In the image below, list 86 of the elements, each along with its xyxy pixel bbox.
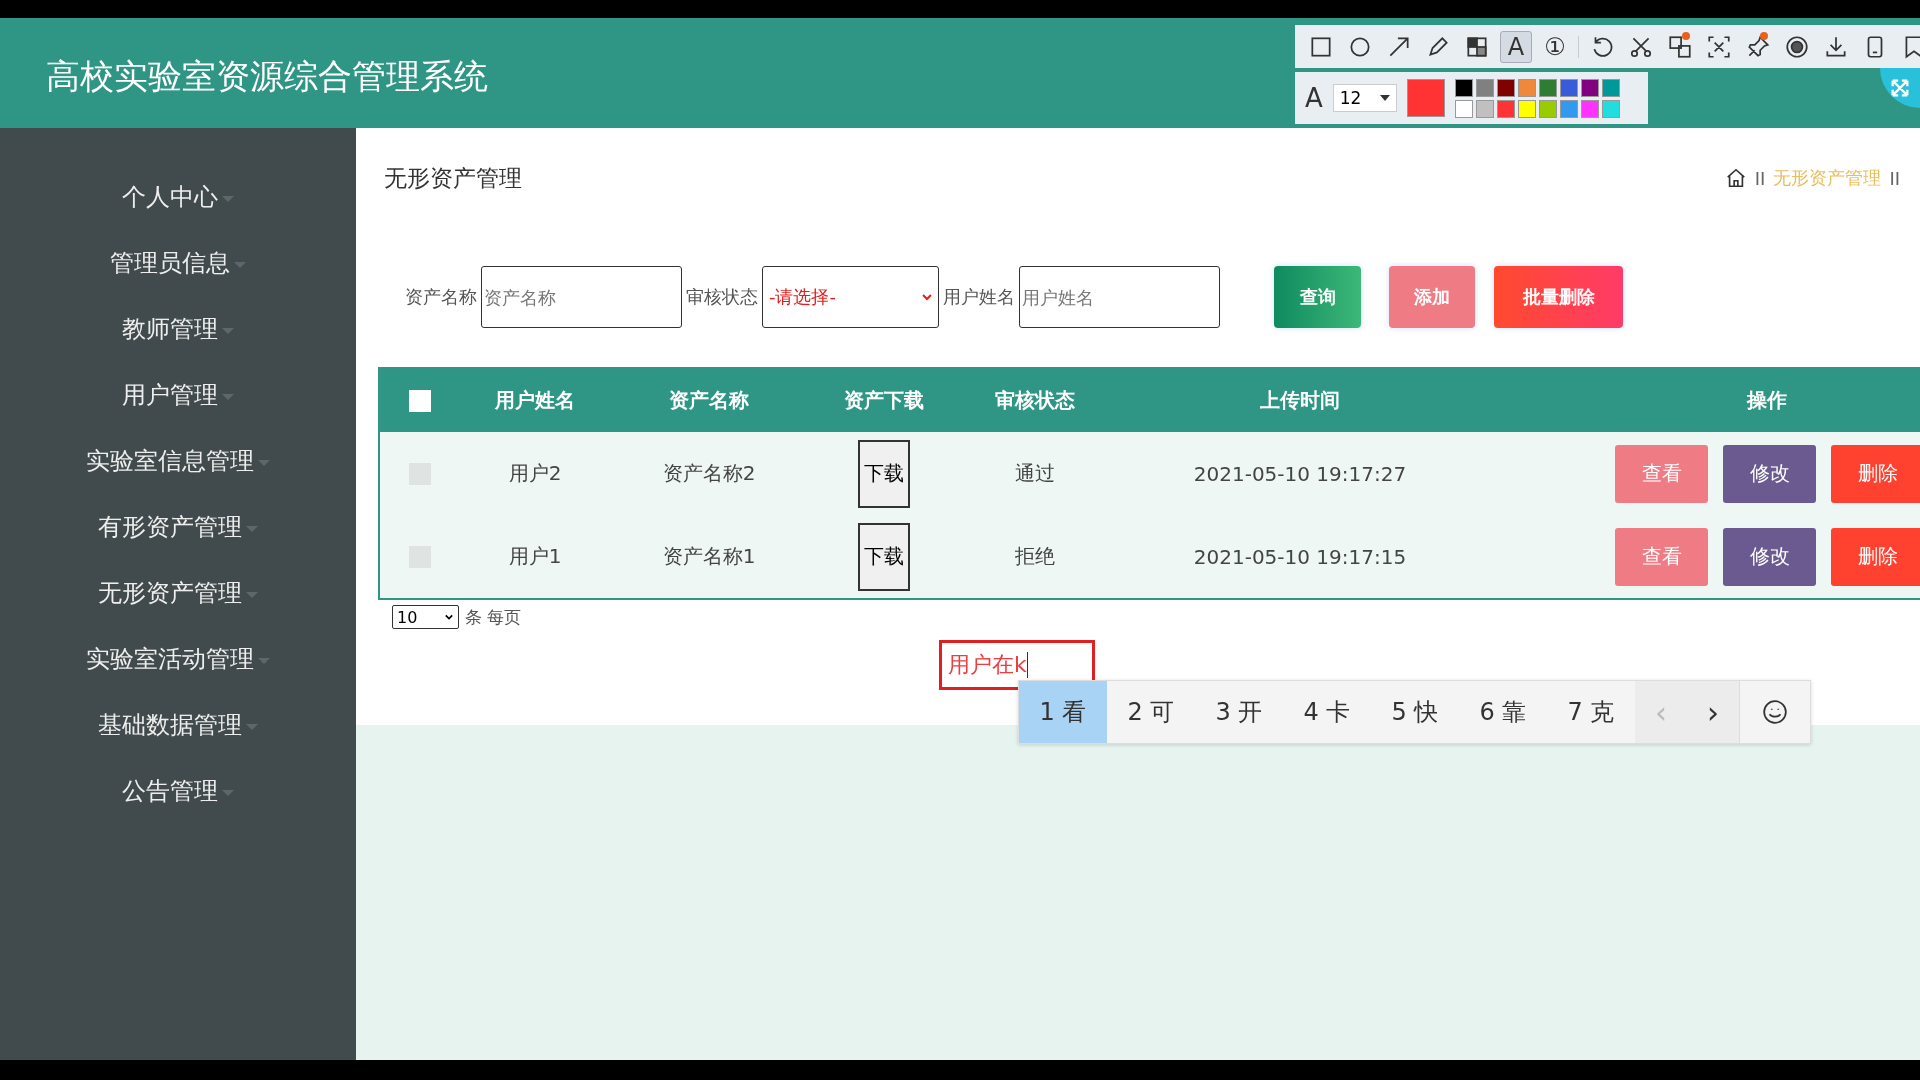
column-header: 资产名称 — [668, 387, 750, 414]
caret-icon — [258, 658, 270, 664]
field-label: 资产名称 — [405, 285, 477, 309]
table-cell-text: 2021-05-10 19:17:27 — [1192, 461, 1408, 486]
sidebar-item[interactable]: 管理员信息 — [110, 247, 230, 279]
sidebar-item[interactable]: 用户管理 — [122, 379, 218, 411]
edit-button[interactable]: 修改 — [1723, 444, 1816, 503]
caret-icon — [444, 613, 454, 621]
expand-icon — [1889, 77, 1911, 99]
download-button[interactable]: 下载 — [858, 522, 910, 591]
caret-icon — [246, 526, 258, 532]
sidebar-item[interactable]: 实验室活动管理 — [86, 643, 254, 675]
table-cell-text: 资产名称2 — [661, 460, 757, 487]
next-page-button[interactable]: › — [1687, 681, 1739, 743]
caret-icon — [1379, 95, 1390, 101]
sidebar-item[interactable]: 有形资产管理 — [98, 511, 242, 543]
sidebar-item[interactable]: 无形资产管理 — [98, 577, 242, 609]
color-swatch[interactable] — [1601, 78, 1620, 97]
breadcrumb-separator: II — [1889, 167, 1900, 189]
color-swatch[interactable] — [1496, 78, 1515, 97]
font-label: A — [1305, 83, 1323, 113]
color-swatch[interactable] — [1580, 99, 1599, 118]
ime-candidate[interactable]: 6 靠 — [1459, 681, 1547, 743]
caret-icon — [234, 262, 246, 268]
download-button[interactable]: 下载 — [858, 439, 910, 508]
status-select[interactable]: -请选择- — [762, 266, 939, 328]
caret-icon — [222, 196, 234, 202]
edit-button[interactable]: 修改 — [1723, 527, 1816, 586]
color-swatch[interactable] — [1538, 78, 1557, 97]
table-cell-text: 拒绝 — [1014, 543, 1056, 570]
caret-icon — [222, 394, 234, 400]
color-swatch[interactable] — [1517, 78, 1536, 97]
current-color-swatch[interactable] — [1406, 79, 1445, 117]
caret-icon — [246, 724, 258, 730]
color-swatch[interactable] — [1475, 99, 1494, 118]
color-swatch[interactable] — [1601, 99, 1620, 118]
table-cell-text: 通过 — [1014, 460, 1056, 487]
ime-candidate[interactable]: 4 卡 — [1283, 681, 1371, 743]
table-cell-text: 用户1 — [507, 543, 563, 570]
page-size-label: 条 每页 — [465, 605, 522, 629]
number-tool-icon[interactable]: ① — [1539, 30, 1571, 63]
ime-candidate[interactable]: 5 快 — [1371, 681, 1459, 743]
app-title: 高校实验室资源综合管理系统 — [46, 55, 488, 98]
sidebar-item[interactable]: 公告管理 — [122, 775, 218, 807]
color-swatch[interactable] — [1475, 78, 1494, 97]
caret-icon — [246, 592, 258, 598]
ime-candidate[interactable]: 2 可 — [1107, 681, 1195, 743]
caret-icon — [222, 328, 234, 334]
page-title: 无形资产管理 — [384, 163, 522, 193]
color-swatch[interactable] — [1580, 78, 1599, 97]
field-label: 审核状态 — [686, 285, 758, 309]
sidebar-item[interactable]: 实验室信息管理 — [86, 445, 254, 477]
text-tool-icon[interactable]: A — [1500, 30, 1532, 63]
font-size-select[interactable]: 12 — [1332, 84, 1397, 112]
ime-candidate[interactable]: 3 开 — [1195, 681, 1283, 743]
emoji-icon[interactable] — [1762, 699, 1788, 725]
caret-icon — [922, 292, 932, 302]
caret-icon — [222, 790, 234, 796]
column-header: 资产下载 — [843, 387, 925, 414]
color-swatch[interactable] — [1517, 99, 1536, 118]
table-cell-text: 2021-05-10 19:17:15 — [1192, 544, 1408, 569]
color-swatch[interactable] — [1538, 99, 1557, 118]
page-size-select[interactable]: 10 — [392, 605, 459, 629]
color-swatch[interactable] — [1496, 99, 1515, 118]
breadcrumb-separator: II — [1754, 167, 1766, 189]
caret-icon — [258, 460, 270, 466]
select-all-checkbox[interactable] — [409, 389, 431, 412]
ime-candidate[interactable]: 7 克 — [1547, 681, 1635, 743]
table-cell-text: 资产名称1 — [661, 543, 757, 570]
column-header: 操作 — [1745, 387, 1788, 414]
color-swatch[interactable] — [1559, 78, 1578, 97]
color-swatch[interactable] — [1559, 99, 1578, 118]
color-swatch[interactable] — [1454, 99, 1473, 118]
field-label: 用户姓名 — [943, 285, 1015, 309]
ime-candidate[interactable]: 1 看 — [1019, 681, 1107, 743]
search-field[interactable]: 资产名称 — [481, 266, 682, 328]
home-icon[interactable] — [1724, 167, 1747, 189]
table-cell-text: 用户2 — [507, 460, 563, 487]
sidebar-item[interactable]: 基础数据管理 — [98, 709, 242, 741]
sidebar-item[interactable]: 个人中心 — [122, 181, 218, 213]
color-swatch[interactable] — [1454, 78, 1473, 97]
column-header: 用户姓名 — [494, 387, 576, 414]
sidebar-item[interactable]: 教师管理 — [122, 313, 218, 345]
column-header: 上传时间 — [1259, 387, 1341, 414]
column-header: 审核状态 — [994, 387, 1076, 414]
search-field[interactable]: 用户姓名 — [1019, 266, 1220, 328]
